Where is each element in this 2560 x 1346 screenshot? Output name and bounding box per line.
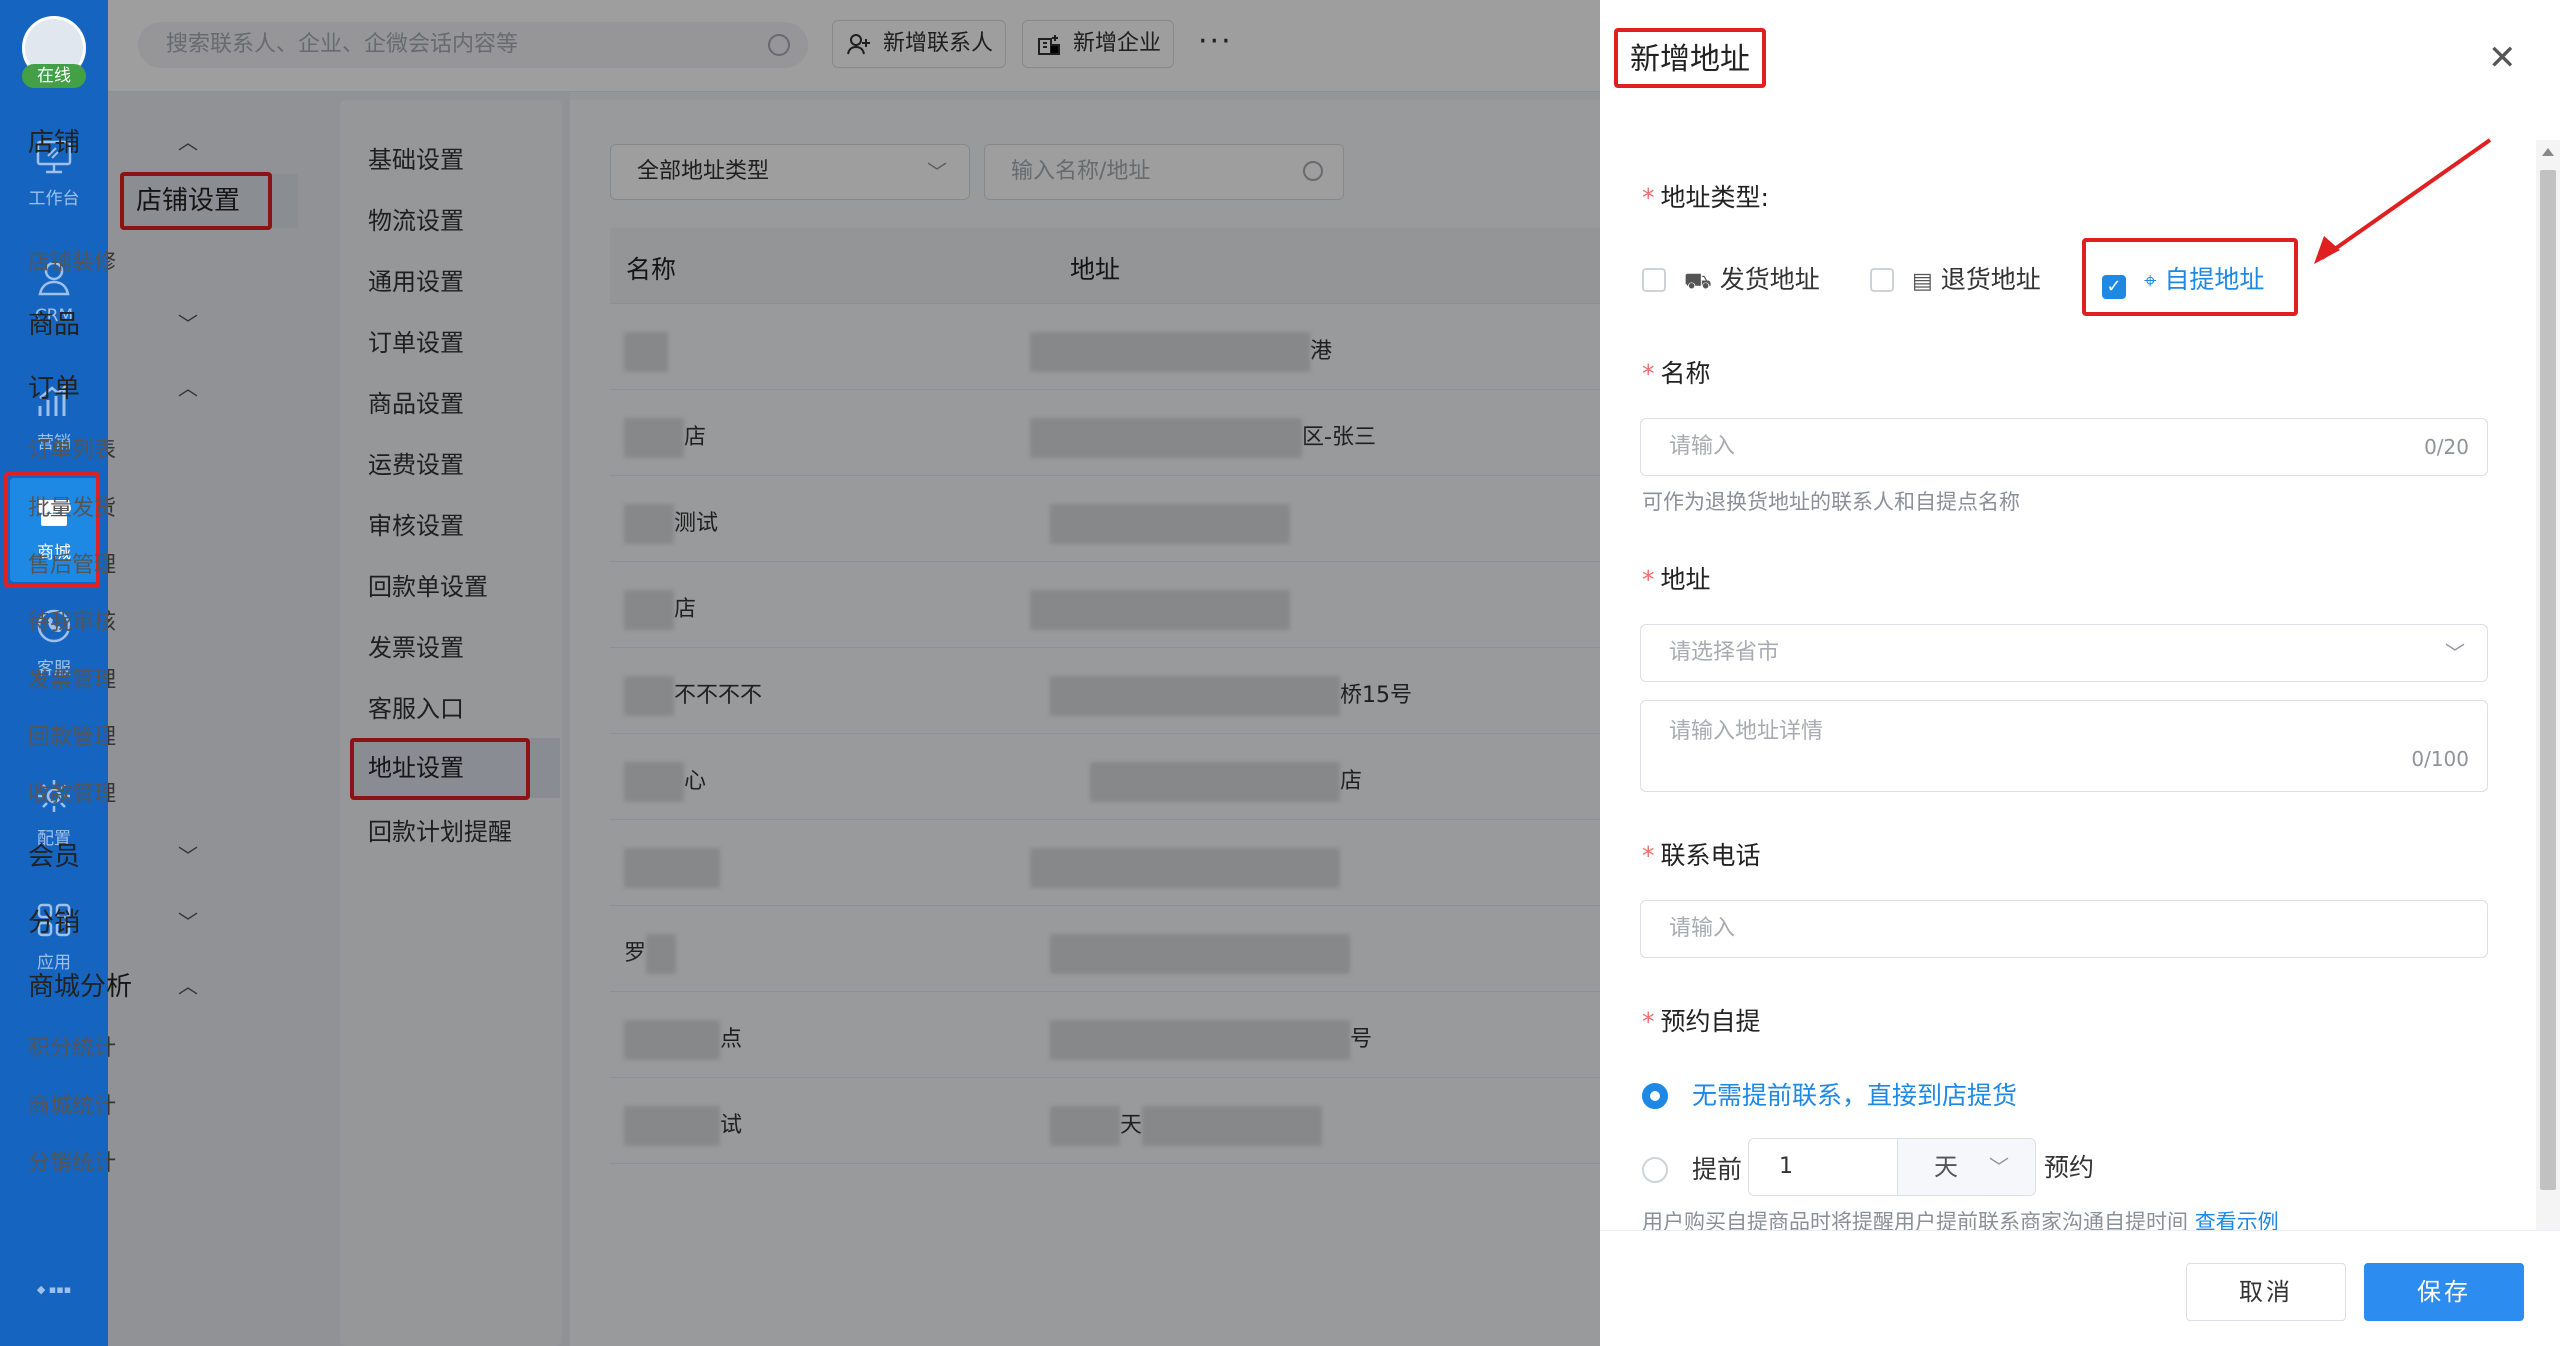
menu-item-invoice[interactable]: 发票管理 [28,662,116,694]
address-detail-textarea[interactable]: 请输入地址详情 0/100 [1640,700,2488,792]
menu-item-order-list[interactable]: 订单列表 [28,432,116,464]
chevron-down-icon: ﹀ [2445,641,2465,665]
menu-item-payback[interactable]: 回款管理 [28,719,116,751]
reserve-suffix-text: 预约 [2044,1153,2095,1182]
truck-icon: ⛟ [1684,269,1712,294]
menu-item-distribution-stats[interactable]: 分销统计 [28,1145,116,1177]
highlight-box [2082,238,2298,316]
annotation-arrow-icon [2314,138,2492,264]
brand-logo: ◆ ▪▪▪ [36,1283,72,1296]
name-hint: 可作为退换货地址的联系人和自提点名称 [1642,490,2020,514]
menu-item-batch-ship[interactable]: 批量发货 [28,490,116,522]
drawer-footer: 取消 保存 [1600,1230,2560,1346]
char-counter: 0/100 [2411,747,2469,771]
drawer-scrollbar[interactable] [2536,140,2560,1230]
scroll-up-icon [2542,148,2554,156]
name-input[interactable]: 请输入 0/20 [1640,418,2488,476]
region-select[interactable]: 请选择省市 ﹀ [1640,624,2488,682]
menu-group-order[interactable]: 订单 ︿ [28,368,198,405]
checkbox-pickup-address[interactable]: ✓ ⌖ 自提地址 [2082,238,2298,316]
phone-label: * 联系电话 [1642,841,1761,870]
scrollbar-thumb[interactable] [2540,170,2556,1190]
drawer-title: 新增地址 [1614,28,1766,88]
reserve-unit-select[interactable]: 天 ﹀ [1898,1138,2036,1196]
reserve-pickup-label: * 预约自提 [1642,1007,1761,1036]
menu-group-member[interactable]: 会员 ﹀ [28,836,198,873]
menu-item-after-sales[interactable]: 售后管理 [28,547,116,579]
cancel-button[interactable]: 取消 [2186,1263,2346,1321]
menu-item-store-stats[interactable]: 商城统计 [28,1088,116,1120]
checkbox-return-address[interactable]: ▤ 退货地址 [1870,260,2041,296]
phone-input[interactable]: 请输入 [1640,900,2488,958]
menu-item-pending-review[interactable]: 待我审核 [28,604,116,636]
address-type-label: * 地址类型: [1642,183,1769,212]
menu-item-shop-decoration[interactable]: 店铺装修 [28,244,116,276]
return-box-icon: ▤ [1912,269,1933,294]
address-label: * 地址 [1642,565,1711,594]
checkbox-shipping-address[interactable]: ⛟ 发货地址 [1642,260,1820,297]
save-button[interactable]: 保存 [2364,1263,2524,1321]
online-status-badge: 在线 [22,64,86,88]
radio-reserve-in-advance[interactable]: 提前 [1642,1150,1742,1186]
reserve-days-input[interactable]: 1 [1748,1138,1898,1196]
char-counter: 0/20 [2424,435,2469,459]
menu-group-product[interactable]: 商品 ﹀ [28,304,198,341]
chevron-down-icon: ﹀ [1989,1155,2009,1179]
radio-no-reservation[interactable]: 无需提前联系，直接到店提货 [1642,1076,2017,1112]
menu-item-collection[interactable]: 收款管理 [28,776,116,808]
modal-overlay[interactable] [108,0,1600,1346]
app: 在线 工作台 CRM 营销 商城 客服 配置 应用 ◆ ▪▪▪ 搜索联系人、企业… [0,0,2560,1346]
menu-group-shop[interactable]: 店铺 ︿ [28,122,198,159]
name-label: * 名称 [1642,359,1711,388]
menu-group-distribution[interactable]: 分销 ﹀ [28,902,198,939]
menu-item-points-stats[interactable]: 积分统计 [28,1030,116,1062]
close-icon[interactable]: ✕ [2488,38,2517,78]
